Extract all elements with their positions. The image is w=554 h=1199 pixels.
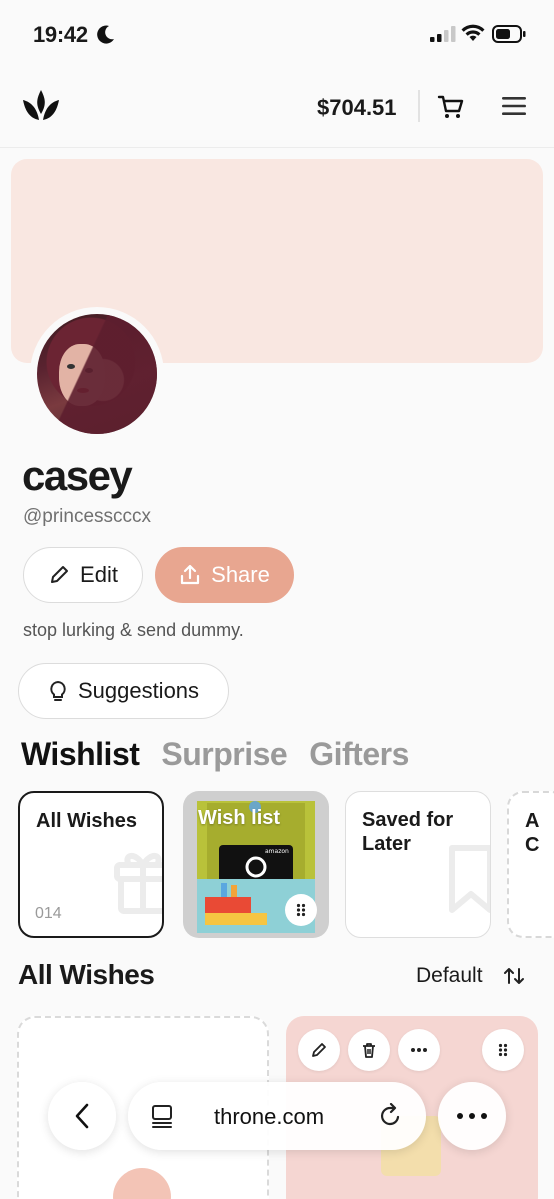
browser-toolbar: throne.com	[0, 1072, 554, 1172]
suggestions-button[interactable]: Suggestions	[18, 663, 229, 719]
delete-wish-button[interactable]	[348, 1029, 390, 1071]
collection-title: Wish list	[198, 807, 281, 829]
gift-icon	[114, 853, 162, 914]
trash-icon	[363, 1043, 375, 1058]
profile-bio: stop lurking & send dummy.	[23, 620, 244, 640]
more-horizontal-icon	[411, 1048, 427, 1052]
profile-name: casey	[22, 452, 133, 499]
chevron-left-icon	[75, 1103, 89, 1129]
avatar[interactable]	[37, 314, 157, 434]
moon-icon	[97, 25, 114, 44]
tab-surprise[interactable]: Surprise	[161, 736, 287, 773]
collection-card-saved-for-later[interactable]: Saved for Later	[345, 791, 491, 938]
wallet-balance[interactable]: $704.51	[317, 95, 397, 121]
wifi-icon	[461, 24, 485, 41]
status-time: 19:42	[33, 22, 88, 47]
browser-address-bar[interactable]: throne.com	[128, 1082, 426, 1150]
edit-wish-button[interactable]	[298, 1029, 340, 1071]
more-horizontal-icon	[457, 1113, 487, 1119]
collection-title: A C	[525, 810, 540, 856]
profile-handle: @princesscccx	[23, 506, 152, 527]
collection-card-all-wishes[interactable]: All Wishes 014	[18, 791, 164, 938]
edit-label: Edit	[80, 562, 118, 587]
share-label: Share	[211, 562, 270, 587]
section-title: All Wishes	[18, 959, 155, 990]
avatar-hair	[37, 314, 157, 434]
status-bar: 19:42	[0, 0, 554, 68]
profile-tabs: Wishlist Surprise Gifters	[21, 736, 409, 773]
throne-logo-icon[interactable]	[19, 86, 63, 126]
tab-wishlist[interactable]: Wishlist	[21, 736, 140, 773]
wish-reorder-handle[interactable]	[482, 1029, 524, 1071]
page-menu-icon[interactable]	[150, 1104, 174, 1128]
browser-more-button[interactable]	[438, 1082, 506, 1150]
browser-url-text: throne.com	[214, 1104, 325, 1129]
collection-count: 014	[35, 905, 62, 922]
edit-profile-button[interactable]: Edit	[23, 547, 143, 603]
grip-dots-icon	[296, 903, 306, 917]
share-icon	[181, 564, 200, 585]
pencil-icon	[51, 566, 69, 583]
svg-text:amazon: amazon	[265, 848, 289, 855]
hamburger-menu-icon[interactable]	[502, 96, 526, 116]
collection-card-new[interactable]: A C	[507, 791, 554, 938]
sort-icon[interactable]	[503, 965, 525, 987]
collection-title: All Wishes	[36, 810, 137, 832]
share-profile-button[interactable]: Share	[155, 547, 294, 603]
reorder-handle[interactable]	[285, 894, 317, 926]
signal-icon	[430, 26, 456, 42]
lightbulb-icon	[50, 680, 66, 701]
battery-icon	[492, 25, 526, 43]
pencil-icon	[312, 1043, 326, 1057]
bookmark-icon	[449, 845, 490, 913]
browser-back-button[interactable]	[48, 1082, 116, 1150]
grip-dots-icon	[498, 1043, 508, 1057]
cart-icon[interactable]	[437, 94, 465, 120]
wish-more-button[interactable]	[398, 1029, 440, 1071]
sort-dropdown[interactable]: Default	[416, 964, 483, 988]
tab-gifters[interactable]: Gifters	[309, 736, 409, 773]
top-nav: $704.51	[0, 68, 554, 148]
suggestions-label: Suggestions	[77, 678, 200, 703]
reload-icon[interactable]	[377, 1103, 403, 1129]
nav-divider	[418, 90, 420, 122]
collection-card-wish-list[interactable]: amazon Wish list	[183, 791, 329, 938]
